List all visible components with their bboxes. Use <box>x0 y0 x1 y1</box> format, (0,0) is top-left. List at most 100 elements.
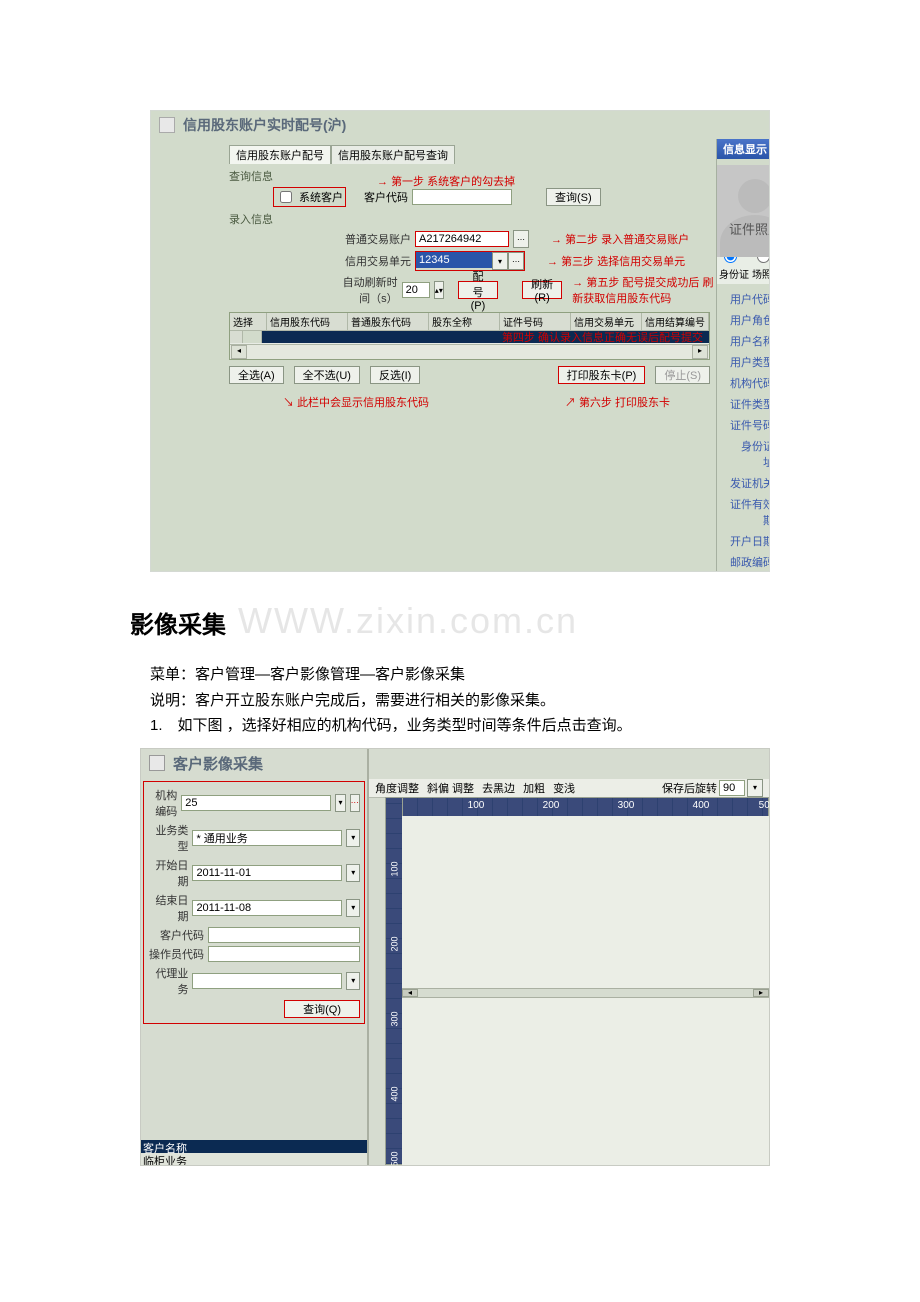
org-dropdown-icon[interactable]: ▾ <box>335 794 345 812</box>
sc1-titlebar: 信用股东账户实时配号(沪) <box>151 111 769 139</box>
sc2-app-icon <box>149 755 165 771</box>
end-date-input[interactable] <box>192 900 342 916</box>
image-toolbar: 角度调整 斜偏 调整 去黑边 加粗 变浅 保存后旋转 ▾ <box>369 779 769 798</box>
step4-annotation: 第四步 确认录入信息正确无误后配号提交 <box>502 329 703 345</box>
tab-query[interactable]: 信用股东账户配号查询 <box>331 145 455 164</box>
info-field: 开户日期： <box>725 530 770 551</box>
body-line: 说明：客户开立股东账户完成后，需要进行相关的影像采集。 <box>150 690 770 713</box>
split-left-icon[interactable]: ◂ <box>402 989 418 997</box>
start-date-dropdown-icon[interactable]: ▾ <box>346 864 360 882</box>
info-field-list: 用户代码： 用户角色： 用户名称： 用户类型： 机构代码： 证件类型： 证件号码… <box>717 288 770 572</box>
tool-angle[interactable]: 角度调整 <box>375 780 419 796</box>
scroll-left-icon[interactable]: ◂ <box>231 345 247 359</box>
auto-refresh-input[interactable] <box>402 282 430 298</box>
step6-annotation: ↗ 第六步 打印股东卡 <box>565 394 670 410</box>
image-canvas[interactable]: ◂ ▸ <box>402 816 769 1165</box>
ruler-h-tick: 300 <box>618 800 635 811</box>
input-section-label: 录入信息 <box>229 211 716 227</box>
grid-col-settle-no: 信用结算编号 <box>642 313 709 330</box>
sc2-right-panel: 角度调整 斜偏 调整 去黑边 加粗 变浅 保存后旋转 ▾ <box>369 749 769 1165</box>
info-field: 身份证地址： <box>725 435 770 472</box>
biz-input[interactable] <box>192 830 342 846</box>
biz-label: 业务类型 <box>148 822 188 854</box>
ruler-h-tick: 400 <box>693 800 710 811</box>
info-field: 证件号码： <box>725 414 770 435</box>
select-all-button[interactable]: 全选(A) <box>229 366 284 384</box>
post-rotate-label: 保存后旋转 <box>662 780 717 796</box>
customer-code-input[interactable] <box>412 189 512 205</box>
ruler-h-tick: 500 <box>759 800 770 811</box>
tool-light[interactable]: 变浅 <box>553 780 575 796</box>
proxy-input[interactable] <box>192 973 342 989</box>
credit-shareholder-screenshot: 信用股东账户实时配号(沪) 信用股东账户配号 信用股东账户配号查询 查询信息 系… <box>150 110 770 572</box>
detail-row: 临柜业务 <box>141 1153 367 1166</box>
ruler-v-tick: 400 <box>390 1086 400 1101</box>
proxy-dropdown-icon[interactable]: ▾ <box>346 972 360 990</box>
ordinary-account-input[interactable] <box>415 231 509 247</box>
ordinary-account-label: 普通交易账户 <box>333 231 411 247</box>
system-customer-checkbox[interactable] <box>280 191 292 203</box>
org-input[interactable] <box>181 795 331 811</box>
action-button-row: 全选(A) 全不选(U) 反选(I) 打印股东卡(P) 停止(S) <box>229 366 710 384</box>
print-card-button[interactable]: 打印股东卡(P) <box>558 366 646 384</box>
photo-placeholder <box>717 165 770 257</box>
section-heading: 影像采集WWW.zixin.com.cn <box>130 600 920 642</box>
ruler-v-tick: 500 <box>390 1151 400 1166</box>
auto-refresh-spinner-icon[interactable]: ▴▾ <box>434 281 444 299</box>
credit-unit-input[interactable] <box>416 252 492 268</box>
grid-col-fullname: 股东全称 <box>429 313 500 330</box>
image-capture-screenshot: 客户影像采集 机构编码 ▾ ⋯ 业务类型 ▾ 开始日期 ▾ <box>140 748 770 1166</box>
proxy-label: 代理业务 <box>148 965 188 997</box>
sc2-title-text: 客户影像采集 <box>173 753 263 774</box>
customer-code-label: 客户代码 <box>364 189 408 205</box>
sc2-query-button[interactable]: 查询(Q) <box>284 1000 360 1018</box>
biz-dropdown-icon[interactable]: ▾ <box>346 829 360 847</box>
ruler-v-tick: 300 <box>390 1011 400 1026</box>
tool-skew[interactable]: 斜偏 调整 <box>427 780 474 796</box>
scroll-right-icon[interactable]: ▸ <box>692 345 708 359</box>
split-right-icon[interactable]: ▸ <box>753 989 769 997</box>
info-field: 用户角色： <box>725 309 770 330</box>
tool-bold[interactable]: 加粗 <box>523 780 545 796</box>
refresh-button[interactable]: 刷新(R) <box>522 281 562 299</box>
oper-input[interactable] <box>208 946 360 962</box>
watermark-text: WWW.zixin.com.cn <box>238 600 578 641</box>
ordinary-account-lookup-icon[interactable]: ⋯ <box>513 230 529 248</box>
start-date-input[interactable] <box>192 865 342 881</box>
sc1-left-panel: 信用股东账户配号 信用股东账户配号查询 查询信息 系统客户 客户代码 查询(S) <box>151 139 716 571</box>
grid-scrollbar[interactable]: ◂ ▸ <box>230 344 709 359</box>
canvas-splitter[interactable]: ◂ ▸ <box>402 988 769 998</box>
grid-col-idno: 证件号码 <box>500 313 571 330</box>
ruler-horizontal <box>401 797 769 817</box>
detail-grid: 客户名称 临柜业务 业务状态 影像大小 影像页数 备注信息 股东账户 <box>141 1140 367 1166</box>
invert-select-button[interactable]: 反选(I) <box>370 366 420 384</box>
sc1-tabs: 信用股东账户配号 信用股东账户配号查询 <box>229 145 716 164</box>
start-date-label: 开始日期 <box>148 857 188 889</box>
post-rotate-dropdown-icon[interactable]: ▾ <box>747 779 763 797</box>
assign-button[interactable]: 配号(P) <box>458 281 498 299</box>
query-button[interactable]: 查询(S) <box>546 188 601 206</box>
step5-annotation: → 第五步 配号提交成功后 刷新获取信用股东代码 <box>572 274 716 306</box>
end-date-dropdown-icon[interactable]: ▾ <box>346 899 360 917</box>
grid-col-credit-code: 信用股东代码 <box>267 313 348 330</box>
tab-assign[interactable]: 信用股东账户配号 <box>229 145 331 164</box>
sc1-app-icon <box>159 117 175 133</box>
cust-input[interactable] <box>208 927 360 943</box>
info-field: 邮政编码： <box>725 551 770 572</box>
post-rotate-input[interactable] <box>719 780 745 796</box>
credit-unit-lookup-icon[interactable]: ⋯ <box>508 252 524 270</box>
info-header: 信息显示 <box>717 139 770 159</box>
document-page: 信用股东账户实时配号(沪) 信用股东账户配号 信用股东账户配号查询 查询信息 系… <box>0 0 920 1206</box>
ruler-h-tick: 200 <box>543 800 560 811</box>
body-line: 1. 如下图 ，选择好相应的机构代码，业务类型时间等条件后点击查询。 <box>150 715 770 738</box>
sc2-left-panel: 机构编码 ▾ ⋯ 业务类型 ▾ 开始日期 ▾ 结束日期 <box>141 749 369 1165</box>
sc1-title-text: 信用股东账户实时配号(沪) <box>183 115 346 135</box>
filter-box: 机构编码 ▾ ⋯ 业务类型 ▾ 开始日期 ▾ 结束日期 <box>143 781 365 1024</box>
body-line: 菜单：客户管理—客户影像管理—客户影像采集 <box>150 664 770 687</box>
result-grid: 选择 信用股东代码 普通股东代码 股东全称 证件号码 信用交易单元 信用结算编号… <box>229 312 710 360</box>
credit-unit-dropdown-icon[interactable]: ▾ <box>492 252 508 270</box>
oper-label: 操作员代码 <box>148 946 204 962</box>
select-none-button[interactable]: 全不选(U) <box>294 366 360 384</box>
tool-blackedge[interactable]: 去黑边 <box>482 780 515 796</box>
org-lookup-icon[interactable]: ⋯ <box>350 794 360 812</box>
